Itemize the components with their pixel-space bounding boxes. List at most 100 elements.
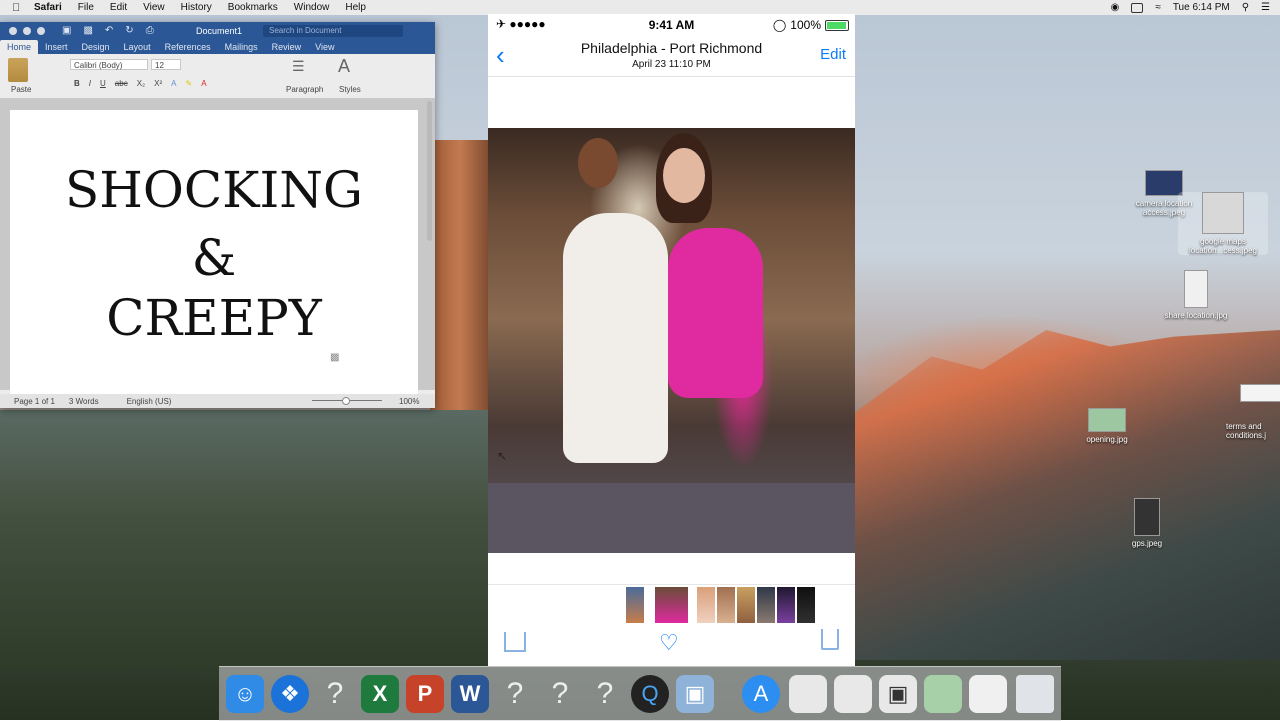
menu-file[interactable]: File	[78, 2, 94, 13]
finder-icon[interactable]: ☺	[226, 675, 264, 713]
document-title: Document1	[196, 26, 243, 36]
wifi-icon[interactable]: ≈	[1155, 2, 1161, 13]
main-photo[interactable]	[488, 128, 855, 553]
apple-icon[interactable]: 	[12, 2, 24, 14]
menu-app[interactable]: Safari	[34, 2, 62, 13]
record-icon[interactable]: ◉	[1111, 2, 1120, 13]
powerpoint-icon[interactable]: P	[406, 675, 444, 713]
thumbnail[interactable]	[737, 587, 755, 623]
desktop-file-opening[interactable]: opening.jpg	[1062, 408, 1152, 444]
subscript-button[interactable]: X₂	[137, 79, 145, 88]
highlight-icon[interactable]: ✎	[186, 79, 193, 88]
thumbnail[interactable]	[777, 587, 795, 623]
menu-help[interactable]: Help	[345, 2, 366, 13]
unknown-app-icon[interactable]: ?	[316, 675, 354, 713]
underline-button[interactable]: U	[100, 79, 106, 88]
menu-edit[interactable]: Edit	[110, 2, 127, 13]
close-button[interactable]	[9, 27, 17, 35]
redo-icon[interactable]: ↻	[125, 25, 133, 36]
unknown-app-icon[interactable]: ?	[586, 675, 624, 713]
menu-history[interactable]: History	[181, 2, 212, 13]
text-effects-icon[interactable]: A	[171, 79, 176, 88]
heart-icon[interactable]: ♡	[659, 630, 679, 656]
search-document-input[interactable]: Search in Document	[263, 25, 403, 37]
menu-list-icon[interactable]: ☰	[1261, 2, 1270, 13]
share-icon[interactable]	[504, 632, 526, 652]
search-icon[interactable]: ⚲	[1242, 2, 1249, 13]
dock-file-icon[interactable]	[924, 675, 962, 713]
menubar-status-area: ◉ ≈ Tue 6:14 PM ⚲ ☰	[1111, 0, 1270, 15]
excel-icon[interactable]: X	[361, 675, 399, 713]
desktop-file-gps[interactable]: gps.jpeg	[1102, 498, 1192, 548]
dock-file-icon[interactable]	[969, 675, 1007, 713]
paste-icon[interactable]	[8, 58, 28, 82]
file-label: share location.jpg	[1164, 311, 1228, 320]
dock-file-icon[interactable]	[834, 675, 872, 713]
photo-floor	[488, 483, 855, 553]
dock-file-icon[interactable]: ▣	[879, 675, 917, 713]
tab-mailings[interactable]: Mailings	[218, 40, 265, 54]
doc-line-3: CREEPY	[106, 289, 322, 347]
sidebar-icon[interactable]: ▣	[62, 25, 71, 36]
wallpaper-foothill	[0, 410, 490, 670]
trash-icon[interactable]	[821, 629, 839, 650]
thumbnail[interactable]	[626, 587, 644, 623]
tab-layout[interactable]: Layout	[117, 40, 158, 54]
tab-review[interactable]: Review	[265, 40, 309, 54]
ios-status-right: ◯ 100%	[773, 18, 849, 32]
preview-icon[interactable]: ▣	[676, 675, 714, 713]
minimize-button[interactable]	[23, 27, 31, 35]
desktop-file-share-location[interactable]: share location.jpg	[1151, 270, 1241, 320]
menu-view[interactable]: View	[143, 2, 165, 13]
undo-icon[interactable]: ↶	[105, 25, 113, 36]
document-page[interactable]: SHOCKING & CREEPY ▩	[10, 110, 418, 400]
vertical-scrollbar[interactable]	[427, 101, 432, 241]
dock-file-icon[interactable]	[789, 675, 827, 713]
tab-insert[interactable]: Insert	[38, 40, 75, 54]
italic-button[interactable]: I	[89, 79, 91, 88]
tab-view[interactable]: View	[308, 40, 341, 54]
paste-options-icon[interactable]: ▩	[330, 352, 339, 363]
thumbnail[interactable]	[757, 587, 775, 623]
tab-design[interactable]: Design	[75, 40, 117, 54]
quicktime-icon[interactable]: Q	[631, 675, 669, 713]
clock[interactable]: Tue 6:14 PM	[1173, 2, 1230, 13]
word-count: 3 Words	[68, 396, 99, 406]
unknown-app-icon[interactable]: ?	[541, 675, 579, 713]
trash-can-icon[interactable]	[1016, 675, 1054, 713]
font-color-icon[interactable]: A	[201, 79, 206, 88]
airplay-icon[interactable]	[1131, 2, 1144, 13]
paragraph-label: Paragraph	[286, 85, 324, 94]
edit-button[interactable]: Edit	[820, 46, 846, 63]
thumbnail-current[interactable]	[655, 587, 688, 623]
tab-home[interactable]: Home	[0, 40, 39, 54]
ribbon-tabs: Home Insert Design Layout References Mai…	[0, 40, 435, 54]
desktop-file-google-maps[interactable]: google maps location...cess.jpeg	[1178, 192, 1268, 255]
save-icon[interactable]: ▩	[83, 25, 92, 36]
unknown-app-icon[interactable]: ?	[496, 675, 534, 713]
thumbnail[interactable]	[797, 587, 815, 623]
menu-bookmarks[interactable]: Bookmarks	[228, 2, 278, 13]
thumbnail[interactable]	[697, 587, 715, 623]
mac-menubar:  Safari File Edit View History Bookmark…	[0, 0, 1280, 15]
word-statusbar: Page 1 of 1 3 Words English (US) 100%	[0, 394, 435, 408]
safari-icon[interactable]: ❖	[271, 675, 309, 713]
font-size-select[interactable]: 12	[151, 59, 181, 70]
photo-white-dress	[563, 213, 668, 463]
zoom-button[interactable]	[37, 27, 45, 35]
zoom-knob[interactable]	[342, 397, 350, 405]
tab-references[interactable]: References	[158, 40, 218, 54]
bold-button[interactable]: B	[74, 79, 80, 88]
strikethrough-button[interactable]: abc	[115, 79, 128, 88]
app-store-icon[interactable]: A	[742, 675, 780, 713]
desktop-file-terms[interactable]: terms and conditions.j	[1226, 384, 1280, 440]
menu-window[interactable]: Window	[294, 2, 330, 13]
styles-icon[interactable]: A	[338, 56, 350, 77]
thumbnail[interactable]	[717, 587, 735, 623]
print-icon[interactable]: ⎙	[146, 25, 154, 36]
superscript-button[interactable]: X²	[154, 79, 162, 88]
font-name-select[interactable]: Calibri (Body)	[70, 59, 148, 70]
word-icon[interactable]: W	[451, 675, 489, 713]
word-window: ▣ ▩ ↶ ↻ ⎙ Document1 Search in Document H…	[0, 22, 435, 408]
paragraph-icon[interactable]: ☰	[292, 58, 305, 75]
